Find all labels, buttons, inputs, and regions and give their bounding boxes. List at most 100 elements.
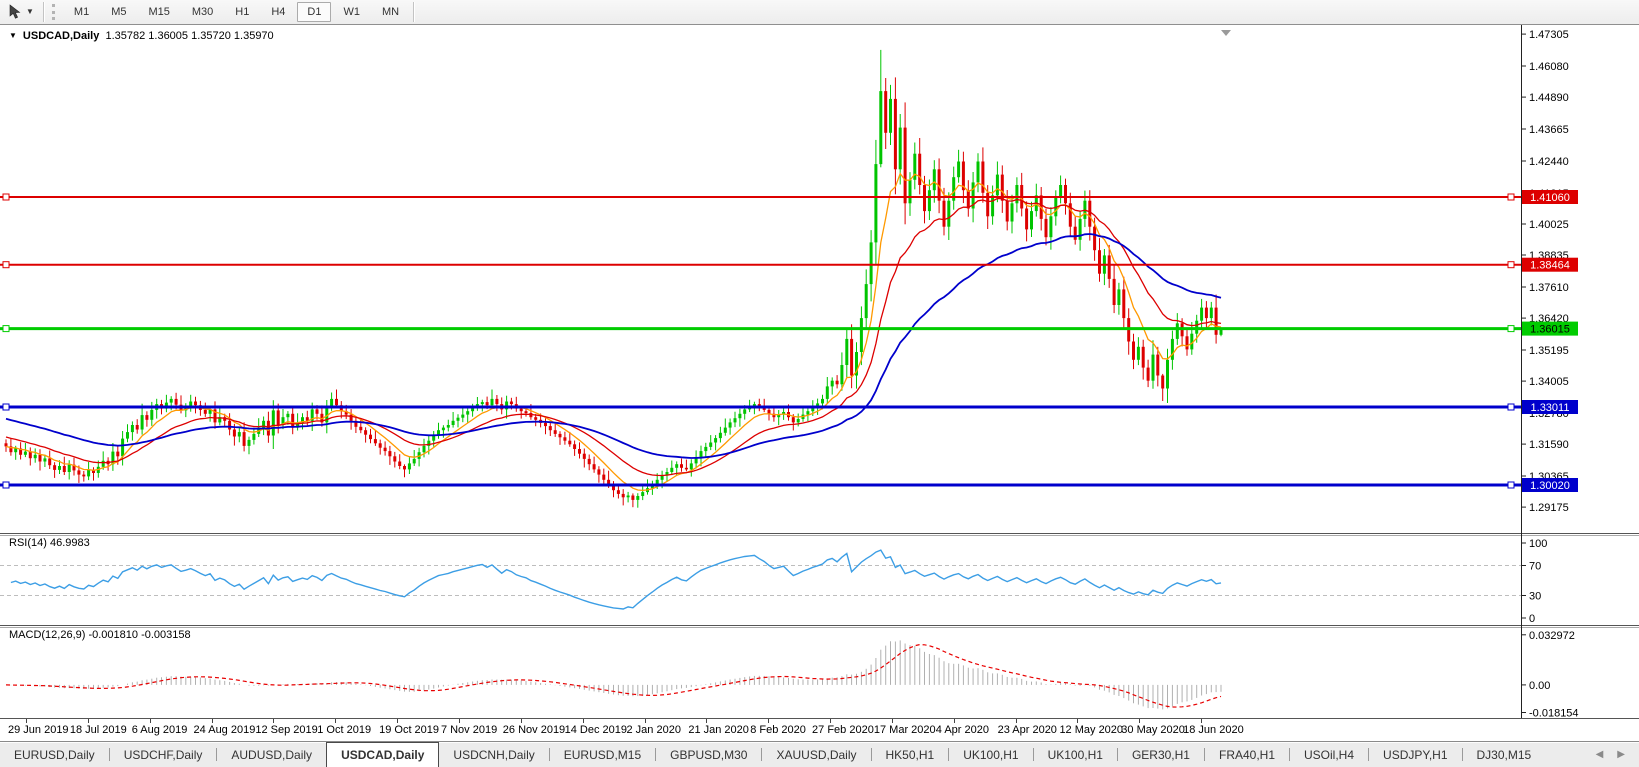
price-tick-label: 1.47305 xyxy=(1529,29,1569,41)
chart-tab-usdcad-daily[interactable]: USDCAD,Daily xyxy=(326,742,440,767)
chart-tab-uk100-h1[interactable]: UK100,H1 xyxy=(949,742,1032,767)
price-tag-1.41060: 1.41060 xyxy=(1522,190,1578,204)
price-tick-label: 1.44890 xyxy=(1529,92,1569,104)
macd-axis-label: 0.00 xyxy=(1529,680,1550,692)
date-tick xyxy=(706,719,708,723)
rsi-axis-label: 70 xyxy=(1529,561,1541,573)
chart-tab-usdchf-daily[interactable]: USDCHF,Daily xyxy=(110,742,217,767)
rsi-axis-label: 100 xyxy=(1529,538,1547,550)
date-tick xyxy=(520,719,522,723)
price-tick-label: 1.46080 xyxy=(1529,61,1569,73)
price-tick-label: 1.31590 xyxy=(1529,439,1569,451)
date-axis[interactable]: 29 Jun 2019 18 Jul 2019 6 Aug 2019 24 Aug 2… xyxy=(0,718,1639,741)
date-tick xyxy=(149,719,151,723)
date-tick xyxy=(1139,719,1141,723)
toolbar-separator xyxy=(42,2,44,22)
date-label: 26 Nov 2019 xyxy=(502,724,566,736)
date-tick xyxy=(891,719,893,723)
date-label: 23 Apr 2020 xyxy=(997,724,1057,736)
chart-tab-usdcnh-daily[interactable]: USDCNH,Daily xyxy=(439,742,548,767)
price-tick-label: 1.35195 xyxy=(1529,345,1569,357)
date-label: 19 Oct 2019 xyxy=(379,724,440,736)
price-tick-label: 1.34005 xyxy=(1529,376,1569,388)
timeframe-buttons: M1 M5 M15 M30 H1 H4 D1 W1 MN xyxy=(63,2,410,22)
timeframe-button-m15[interactable]: M15 xyxy=(138,2,179,22)
chart-window: 1.473051.460801.448901.436651.424401.412… xyxy=(0,25,1639,767)
rsi-axis-label: 30 xyxy=(1529,591,1541,603)
chart-menu-caret-icon[interactable]: ▼ xyxy=(9,31,17,40)
macd-axis-label: 0.032972 xyxy=(1529,630,1575,642)
tab-scroll-right-icon[interactable]: ▶ xyxy=(1617,749,1625,760)
date-label: 8 Feb 2020 xyxy=(750,724,806,736)
cursor-tool-caret-icon[interactable]: ▼ xyxy=(26,8,34,16)
mt4-window: ▼ M1 M5 M15 M30 H1 H4 D1 W1 MN 1.47305 1.46080 1.4… xyxy=(0,0,1639,767)
timeframe-button-d1[interactable]: D1 xyxy=(297,2,332,22)
chart-tab-ger30-h1[interactable]: GER30,H1 xyxy=(1118,742,1204,767)
cursor-tool-icon xyxy=(8,4,23,20)
toolbar-separator xyxy=(413,2,415,22)
tab-scroll-left-icon[interactable]: ◀ xyxy=(1596,749,1604,760)
date-tick xyxy=(1201,719,1203,723)
tab-scroll-controls: ◀ ▶ xyxy=(1596,742,1639,767)
svg-text:1.36015: 1.36015 xyxy=(1530,324,1570,336)
date-label: 21 Jan 2020 xyxy=(688,724,749,736)
date-tick xyxy=(582,719,584,723)
toolbar-grip-handle[interactable] xyxy=(51,4,55,20)
date-tick xyxy=(644,719,646,723)
date-tick xyxy=(953,719,955,723)
chart-background xyxy=(0,25,1639,533)
date-label: 4 Apr 2020 xyxy=(935,724,989,736)
chart-tab-gbpusd-m30[interactable]: GBPUSD,M30 xyxy=(656,742,761,767)
date-label: 18 Jul 2019 xyxy=(69,724,127,736)
svg-text:1.41060: 1.41060 xyxy=(1530,192,1570,204)
chart-tab-eurusd-daily[interactable]: EURUSD,Daily xyxy=(0,742,109,767)
price-tag-1.38464: 1.38464 xyxy=(1522,257,1578,272)
date-label: 14 Dec 2019 xyxy=(564,724,628,736)
date-tick xyxy=(273,719,275,723)
timeframe-button-m5[interactable]: M5 xyxy=(101,2,136,22)
macd-label: MACD(12,26,9) -0.001810 -0.003158 xyxy=(9,629,191,641)
date-label: 1 Oct 2019 xyxy=(317,724,372,736)
chart-tab-usdjpy-h1[interactable]: USDJPY,H1 xyxy=(1369,742,1461,767)
price-tick-label: 1.43665 xyxy=(1529,124,1569,136)
date-tick xyxy=(830,719,832,723)
date-label: 2 Jan 2020 xyxy=(626,724,681,736)
date-label: 17 Mar 2020 xyxy=(873,724,936,736)
date-label: 12 Sep 2019 xyxy=(255,724,318,736)
date-tick xyxy=(26,719,27,723)
chart-tab-eurusd-m15[interactable]: EURUSD,M15 xyxy=(550,742,655,767)
timeframe-button-mn[interactable]: MN xyxy=(372,2,409,22)
timeframe-button-w1[interactable]: W1 xyxy=(333,2,370,22)
timeframes-toolbar: ▼ M1 M5 M15 M30 H1 H4 D1 W1 MN xyxy=(0,0,1639,25)
chart-tab-uk100-h1[interactable]: UK100,H1 xyxy=(1034,742,1117,767)
chart-tab-hk50-h1[interactable]: HK50,H1 xyxy=(872,742,949,767)
timeframe-button-m30[interactable]: M30 xyxy=(182,2,223,22)
main-chart-canvas[interactable]: 1.473051.460801.448901.436651.424401.412… xyxy=(0,25,1639,533)
date-label: 7 Nov 2019 xyxy=(440,724,498,736)
svg-text:1.30020: 1.30020 xyxy=(1530,480,1570,492)
date-label: 30 May 2020 xyxy=(1121,724,1185,736)
price-tag-1.33011: 1.33011 xyxy=(1522,400,1578,414)
chart-tab-dj30-m15[interactable]: DJ30,M15 xyxy=(1463,742,1546,767)
timeframe-button-h1[interactable]: H1 xyxy=(225,2,259,22)
date-tick xyxy=(768,719,770,723)
chart-title-ohlc: 1.35782 1.36005 1.35720 1.35970 xyxy=(105,30,274,42)
price-tick-label: 1.42440 xyxy=(1529,156,1569,168)
price-tick-label: 1.40025 xyxy=(1529,219,1569,231)
timeframe-button-m1[interactable]: M1 xyxy=(64,2,99,22)
price-tag-1.36015: 1.36015 xyxy=(1522,321,1578,336)
svg-text:1.38464: 1.38464 xyxy=(1530,260,1570,272)
date-label: 29 Jun 2019 xyxy=(8,724,69,736)
macd-indicator-canvas[interactable]: 0.032972 0.00 -0.018154 xyxy=(0,625,1639,718)
chart-tab-xauusd-daily[interactable]: XAUUSD,Daily xyxy=(762,742,870,767)
price-tag-1.30020: 1.30020 xyxy=(1522,478,1578,492)
timeframe-button-h4[interactable]: H4 xyxy=(261,2,295,22)
rsi-indicator-canvas[interactable]: 100 70 30 0 xyxy=(0,533,1639,625)
cursor-tool-button[interactable]: ▼ xyxy=(0,2,40,22)
chart-tab-usoil-h4[interactable]: USOil,H4 xyxy=(1290,742,1368,767)
date-label: 12 May 2020 xyxy=(1059,724,1124,736)
date-label: 6 Aug 2019 xyxy=(131,724,188,736)
chart-tab-audusd-daily[interactable]: AUDUSD,Daily xyxy=(217,742,326,767)
chart-tab-fra40-h1[interactable]: FRA40,H1 xyxy=(1205,742,1289,767)
date-tick xyxy=(397,719,399,723)
